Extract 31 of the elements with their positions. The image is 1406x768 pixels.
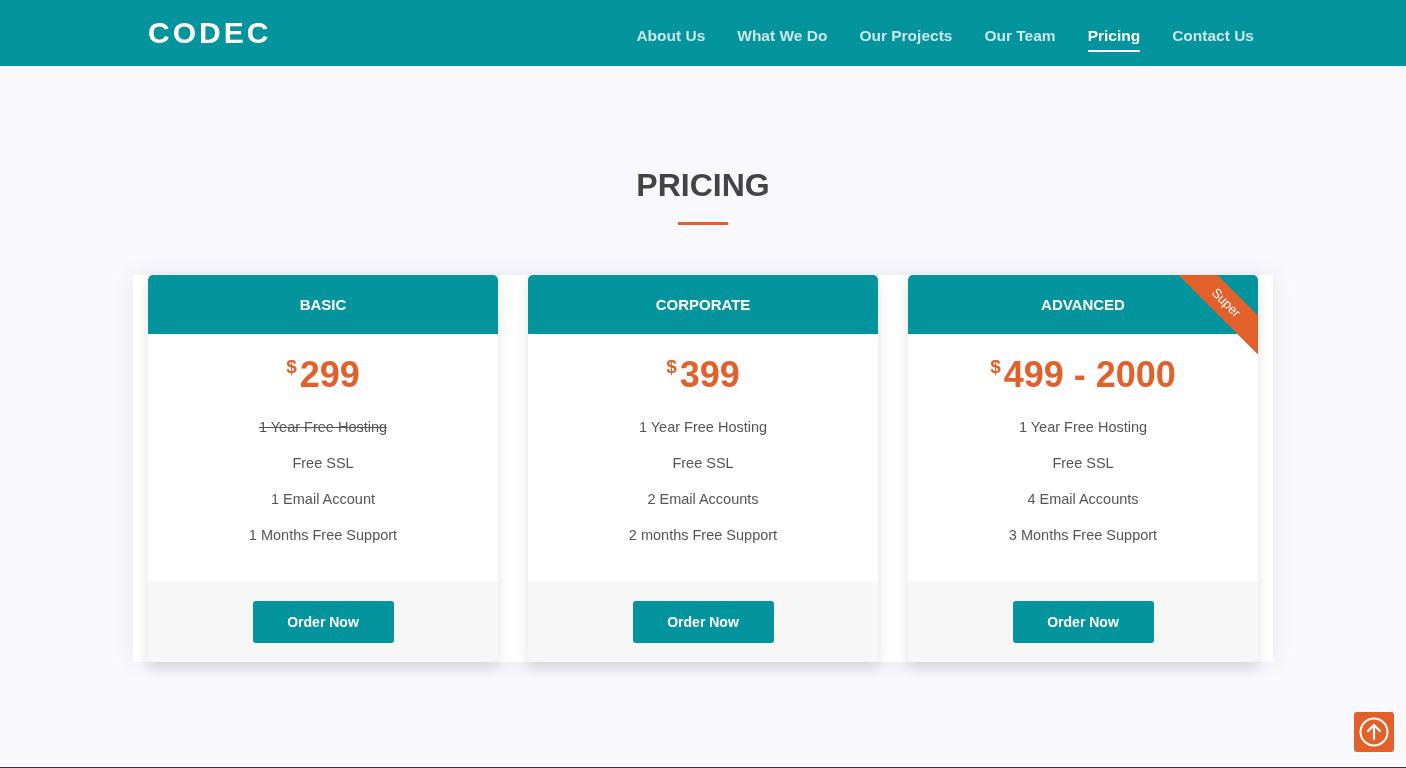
feature-text: 1 Year Free Hosting [258, 418, 388, 437]
price-text: $^{$}$299 [286, 353, 360, 397]
section-title: PRICING [636, 166, 770, 205]
nav-link[interactable]: About Us [636, 20, 706, 52]
order-button[interactable]: Order Now [252, 601, 394, 643]
plan-name: CORPORATE [655, 296, 751, 313]
logo-text[interactable]: CODEC [148, 15, 272, 51]
feature-text: 1 Months Free Support [248, 526, 398, 545]
nav-link[interactable]: What We Do [737, 20, 828, 52]
order-button[interactable]: Order Now [632, 601, 774, 643]
nav-link[interactable]: Our Projects [859, 20, 953, 52]
feature-text: 1 Email Account [271, 490, 375, 509]
price-text: $^{$}$399 [666, 353, 740, 397]
feature-text: 2 months Free Support [628, 526, 778, 545]
order-button[interactable]: Order Now [1012, 601, 1154, 643]
plan-name: ADVANCED [1041, 296, 1125, 313]
feature-text: 1 Year Free Hosting [638, 418, 768, 437]
feature-text: Free SSL [1052, 454, 1114, 473]
plan-name: BASIC [299, 296, 347, 313]
feature-text: Free SSL [672, 454, 734, 473]
arrow-up-circle-icon [1359, 717, 1389, 747]
feature-text: 2 Email Accounts [647, 490, 759, 509]
feature-text: 4 Email Accounts [1027, 490, 1139, 509]
scroll-top-button[interactable] [1354, 712, 1394, 752]
feature-text: Free SSL [292, 454, 354, 473]
nav-link[interactable]: Our Team [984, 20, 1056, 52]
feature-text: 1 Year Free Hosting [1018, 418, 1148, 437]
price-text: $^{$}$499 - 2000 [990, 353, 1176, 397]
feature-text: 3 Months Free Support [1008, 526, 1158, 545]
nav-link[interactable]: Pricing [1087, 20, 1141, 52]
nav-link[interactable]: Contact Us [1172, 20, 1254, 52]
